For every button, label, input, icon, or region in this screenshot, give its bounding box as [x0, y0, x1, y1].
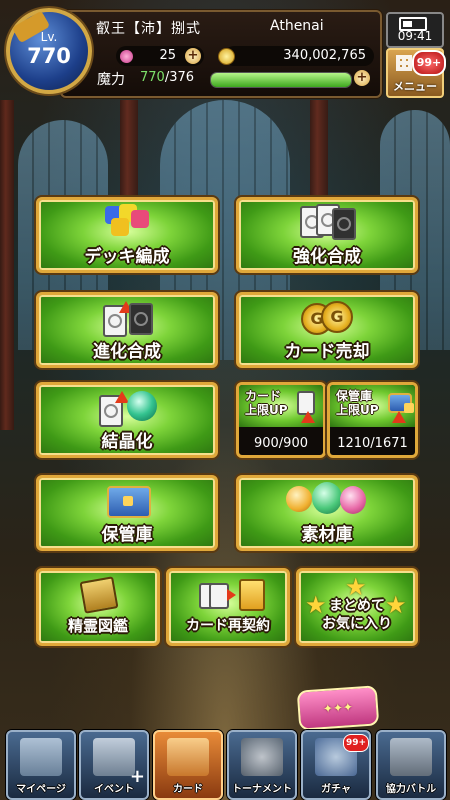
card-recontract-button[interactable]: カード再契約 — [166, 568, 290, 646]
coins-icon: G G — [297, 301, 357, 335]
storage-limit-label-1: 保管庫 — [336, 389, 373, 403]
bulk-favorites-label: まとめて お気に入り — [299, 597, 415, 633]
deck-cubes-icon — [97, 204, 157, 238]
nav-tournament[interactable]: トーナメント — [227, 730, 297, 800]
status-header: Lv. 770 叡王【沛】捌式 Athenai 25 + 340,002,765… — [0, 0, 450, 100]
evolve-fusion-button[interactable]: 進化合成 — [36, 292, 218, 368]
add-gems-button[interactable]: + — [185, 48, 201, 64]
add-mana-button[interactable]: + — [354, 70, 370, 86]
mana-bar-fill — [211, 73, 351, 87]
mana-current: 770 — [140, 70, 165, 85]
spirit-encyclopedia-label: 精霊図鑑 — [67, 617, 128, 635]
material-characters-icon — [282, 482, 372, 518]
storage-count: 1210/1671 — [337, 436, 408, 451]
currency-row: 25 + 340,002,765 — [92, 46, 374, 68]
mana-bar — [210, 72, 352, 88]
crystallize-button[interactable]: 結晶化 — [36, 382, 218, 458]
gem-counter: 25 + — [116, 46, 204, 66]
event-icon — [93, 738, 135, 776]
coin-value: 340,002,765 — [283, 48, 366, 63]
material-storage-label: 素材庫 — [301, 525, 353, 545]
card-limit-label: カード 上限UP — [245, 389, 288, 417]
player-name: 叡王【沛】捌式 — [96, 21, 201, 37]
level-value: 770 — [27, 44, 71, 68]
nav-gacha-label: ガチャ — [321, 784, 351, 795]
bottom-nav: マイページ + イベント カード トーナメント ガチャ 99+ 協力バトル — [0, 722, 450, 800]
gem-value: 25 — [159, 48, 176, 63]
storage-limit-up-button[interactable]: 保管庫 上限UP 1210/1671 — [327, 382, 418, 458]
bulk-favorites-label-1: まとめて — [329, 598, 385, 614]
coop-battle-icon — [390, 738, 432, 776]
enhance-fusion-label: 強化合成 — [293, 247, 361, 267]
book-icon — [76, 576, 120, 614]
deck-edit-label: デッキ編成 — [84, 247, 170, 267]
card-recontract-label: カード再契約 — [186, 618, 270, 634]
mana-label: 魔力 — [97, 72, 125, 88]
level-badge[interactable]: Lv. 770 — [6, 8, 92, 94]
card-limit-label-1: カード — [245, 389, 282, 403]
clock-widget: 09:41 — [386, 12, 444, 48]
bulk-favorites-label-2: お気に入り — [322, 616, 392, 632]
gem-icon — [120, 50, 133, 63]
evolve-cards-icon — [97, 301, 157, 337]
card-limit-label-2: 上限UP — [245, 403, 288, 417]
card-icon — [167, 738, 209, 776]
nav-coop-battle-label: 協力バトル — [385, 784, 437, 795]
nav-card-label: カード — [173, 784, 203, 795]
deck-edit-button[interactable]: デッキ編成 — [36, 197, 218, 273]
storage-label: 保管庫 — [101, 525, 153, 545]
level-label: Lv. — [40, 30, 58, 44]
evolve-fusion-label: 進化合成 — [93, 342, 161, 362]
house-icon — [20, 738, 62, 776]
crystallize-label: 結晶化 — [101, 432, 153, 452]
pillar-left — [0, 100, 14, 430]
nav-mypage-label: マイページ — [16, 784, 66, 795]
event-logo-image: ✦✦✦ — [322, 699, 354, 717]
enhance-fusion-button[interactable]: 強化合成 — [236, 197, 418, 273]
coin-icon — [218, 48, 235, 65]
nav-card[interactable]: カード — [153, 730, 223, 800]
mana-value: 770/376 — [140, 70, 194, 85]
card-count: 900/900 — [253, 436, 308, 451]
storage-limit-label: 保管庫 上限UP — [336, 389, 379, 417]
card-sell-button[interactable]: G G カード売却 — [236, 292, 418, 368]
mana-max: /376 — [164, 70, 195, 85]
storage-button[interactable]: 保管庫 — [36, 475, 218, 551]
tournament-icon — [241, 738, 283, 776]
nav-coop-battle[interactable]: 協力バトル — [376, 730, 446, 800]
bulk-favorites-button[interactable]: ★ ★ ★ まとめて お気に入り — [296, 568, 418, 646]
card-limit-up-button[interactable]: カード 上限UP 900/900 — [236, 382, 326, 458]
spirit-encyclopedia-button[interactable]: 精霊図鑑 — [36, 568, 160, 646]
recontract-icon — [193, 577, 265, 611]
nav-tournament-label: トーナメント — [232, 784, 292, 795]
menu-notification-badge: 99+ — [412, 50, 446, 76]
nav-event[interactable]: + イベント — [79, 730, 149, 800]
nav-mypage[interactable]: マイページ — [6, 730, 76, 800]
card-sell-label: カード売却 — [284, 342, 370, 362]
enhance-cards-icon — [292, 204, 362, 240]
crystallize-icon — [95, 391, 159, 427]
coin-counter: 340,002,765 — [218, 46, 374, 66]
gacha-badge: 99+ — [343, 734, 369, 752]
material-storage-button[interactable]: 素材庫 — [236, 475, 418, 551]
chest-icon — [105, 484, 151, 518]
grid-menu-icon — [396, 55, 412, 71]
nav-event-label: イベント — [94, 784, 134, 795]
storage-limit-label-2: 上限UP — [336, 403, 379, 417]
menu-label: メニュー — [393, 80, 437, 93]
clock-time: 09:41 — [397, 29, 433, 43]
guild-name: Athenai — [270, 18, 324, 34]
